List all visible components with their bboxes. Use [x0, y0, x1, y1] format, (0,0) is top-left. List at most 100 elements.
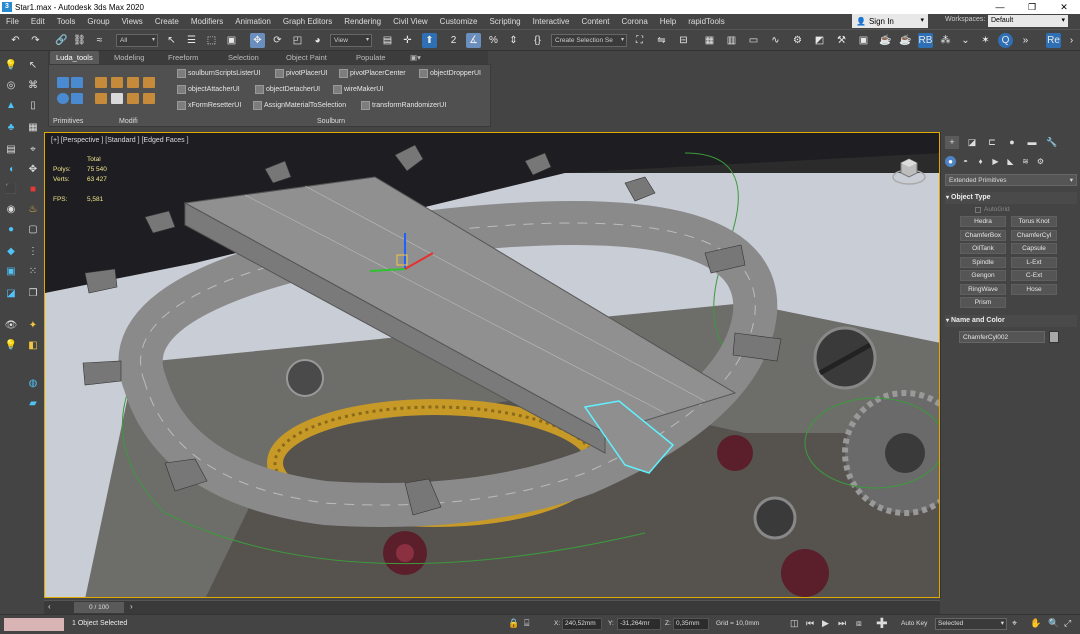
- selection-filter-select[interactable]: All ▾: [116, 34, 158, 47]
- reference-coord-select[interactable]: View ▾: [330, 34, 372, 47]
- cameras-icon[interactable]: ▶: [990, 156, 1001, 167]
- doc-icon[interactable]: ▤: [4, 143, 18, 157]
- menu-rapidtools[interactable]: rapidTools: [682, 17, 730, 26]
- prism-button[interactable]: Prism: [960, 297, 1006, 308]
- primitive-type-select[interactable]: Extended Primitives ▾: [945, 174, 1077, 186]
- wire-maker-button[interactable]: wireMakerUI: [333, 85, 383, 94]
- select-by-name-icon[interactable]: ☰: [184, 33, 199, 48]
- menu-views[interactable]: Views: [116, 17, 149, 26]
- tree-icon[interactable]: ♣: [4, 121, 18, 135]
- spindle-button[interactable]: Spindle: [960, 257, 1006, 268]
- create-tab-icon[interactable]: +: [945, 136, 959, 149]
- close-button[interactable]: ✕: [1048, 0, 1080, 14]
- qr-icon[interactable]: Q: [998, 33, 1013, 48]
- menu-content[interactable]: Content: [576, 17, 616, 26]
- ribbon-toggle-icon[interactable]: ▭: [746, 33, 761, 48]
- go-to-start-icon[interactable]: ⏮: [806, 618, 814, 629]
- systems-icon[interactable]: ⚙: [1035, 156, 1046, 167]
- scale-icon[interactable]: ⌖: [26, 143, 40, 157]
- sign-in-button[interactable]: 👤 Sign In ▾: [852, 14, 928, 28]
- material-editor-icon[interactable]: ◩: [812, 33, 827, 48]
- pivot-center-icon[interactable]: ▤: [380, 33, 395, 48]
- object-name-input[interactable]: ChamferCyl002: [959, 331, 1045, 343]
- menu-animation[interactable]: Animation: [229, 17, 277, 26]
- soulburn-scripts-lister-button[interactable]: soulburnScriptsListerUI: [177, 69, 260, 78]
- keyboard-shortcut-icon[interactable]: ⬆: [422, 33, 437, 48]
- teapot-icon[interactable]: ♨: [26, 203, 40, 217]
- sphere-icon[interactable]: ◉: [4, 203, 18, 217]
- snowflake-icon[interactable]: ✶: [978, 33, 993, 48]
- play-icon[interactable]: ▶: [822, 618, 829, 629]
- shapes-icon[interactable]: ◓: [960, 156, 971, 167]
- render-production-icon[interactable]: ☕: [878, 33, 893, 48]
- cylinder-primitive-icon[interactable]: [57, 93, 69, 104]
- relative-mode-icon[interactable]: ⌸: [524, 618, 529, 629]
- lock-icon[interactable]: 🔒: [508, 618, 519, 629]
- cylinder-icon[interactable]: ▯: [26, 99, 40, 113]
- torus-knot-button[interactable]: Torus Knot: [1011, 216, 1057, 227]
- menu-file[interactable]: File: [0, 17, 25, 26]
- name-and-color-rollout[interactable]: ▾ Name and Color: [945, 315, 1077, 327]
- pivot-placer-button[interactable]: pivotPlacerUI: [275, 69, 328, 78]
- modifier-bend-icon[interactable]: [95, 77, 107, 88]
- puzzle-icon[interactable]: ✦: [26, 319, 40, 333]
- menu-customize[interactable]: Customize: [434, 17, 484, 26]
- menu-rendering[interactable]: Rendering: [338, 17, 387, 26]
- red-cube-icon[interactable]: ■: [26, 183, 40, 197]
- select-manipulate-icon[interactable]: ✛: [400, 33, 415, 48]
- named-selection-select[interactable]: Create Selection Se ▾: [551, 34, 627, 47]
- geometry-icon[interactable]: ●: [945, 156, 956, 167]
- film-icon[interactable]: ▣: [4, 265, 18, 279]
- array-icon[interactable]: ⋮: [26, 245, 40, 259]
- chevron-right-icon[interactable]: ›: [130, 602, 133, 611]
- re-icon[interactable]: Re: [1046, 33, 1061, 48]
- menu-civil-view[interactable]: Civil View: [387, 17, 434, 26]
- tab-luda-tools[interactable]: Luda_tools: [50, 51, 99, 64]
- scatter-icon[interactable]: ⁙: [26, 265, 40, 279]
- cube-icon[interactable]: ◧: [26, 339, 40, 353]
- unlink-icon[interactable]: ⛓: [72, 33, 87, 48]
- select-object-icon[interactable]: ↖: [164, 33, 179, 48]
- link-icon[interactable]: 🔗: [54, 33, 69, 48]
- more-icon[interactable]: »: [1018, 33, 1033, 48]
- link-icon[interactable]: ⌘: [26, 79, 40, 93]
- helper-icon[interactable]: ◎: [4, 79, 18, 93]
- angle-snap-icon[interactable]: ∡: [466, 33, 481, 48]
- modifier-twist-icon[interactable]: [127, 77, 139, 88]
- menu-help[interactable]: Help: [654, 17, 682, 26]
- perspective-viewport[interactable]: [+] [Perspective ] [Standard ] [Edged Fa…: [44, 132, 940, 598]
- chamferbox-button[interactable]: ChamferBox: [960, 230, 1006, 241]
- ringwave-button[interactable]: RingWave: [960, 284, 1006, 295]
- box-icon[interactable]: ▢: [26, 223, 40, 237]
- assign-material-button[interactable]: AssignMaterialToSelection: [253, 101, 346, 110]
- time-slider-track[interactable]: 0 / 100 ‹ ›: [44, 600, 940, 614]
- render-setup-icon[interactable]: ⚒: [834, 33, 849, 48]
- chamfercyl-button[interactable]: ChamferCyl: [1011, 230, 1057, 241]
- grid-icon[interactable]: ▦: [26, 121, 40, 135]
- object-attacher-button[interactable]: objectAttacherUI: [177, 85, 240, 94]
- rotate-icon[interactable]: ⟳: [270, 33, 285, 48]
- menu-scripting[interactable]: Scripting: [483, 17, 526, 26]
- key-mode-icon[interactable]: ⧈: [856, 618, 862, 629]
- utilities-tab-icon[interactable]: 🔧: [1045, 136, 1059, 149]
- viewport-label[interactable]: [+] [Perspective ] [Standard ] [Edged Fa…: [51, 137, 189, 144]
- bind-space-warp-icon[interactable]: ≈: [92, 33, 107, 48]
- plane-flat-icon[interactable]: ▰: [26, 397, 40, 411]
- lights-icon[interactable]: ♦: [975, 156, 986, 167]
- menu-group[interactable]: Group: [81, 17, 115, 26]
- create-light-icon[interactable]: 💡: [4, 59, 18, 73]
- tab-freeform[interactable]: Freeform: [162, 51, 204, 64]
- menu-edit[interactable]: Edit: [25, 17, 51, 26]
- select-icon[interactable]: ↖: [26, 59, 40, 73]
- menu-tools[interactable]: Tools: [51, 17, 82, 26]
- layer-explorer-icon[interactable]: ▥: [724, 33, 739, 48]
- gengon-button[interactable]: Gengon: [960, 270, 1006, 281]
- undo-icon[interactable]: ↶: [8, 33, 23, 48]
- modifier-shell-icon[interactable]: [111, 93, 123, 104]
- move-icon[interactable]: ✥: [250, 33, 265, 48]
- snap-2-5-icon[interactable]: 2: [446, 33, 461, 48]
- menu-modifiers[interactable]: Modifiers: [185, 17, 229, 26]
- xform-resetter-button[interactable]: xFormResetterUI: [177, 101, 241, 110]
- rendered-frame-icon[interactable]: ▣: [856, 33, 871, 48]
- go-to-end-icon[interactable]: ⏭: [838, 618, 846, 629]
